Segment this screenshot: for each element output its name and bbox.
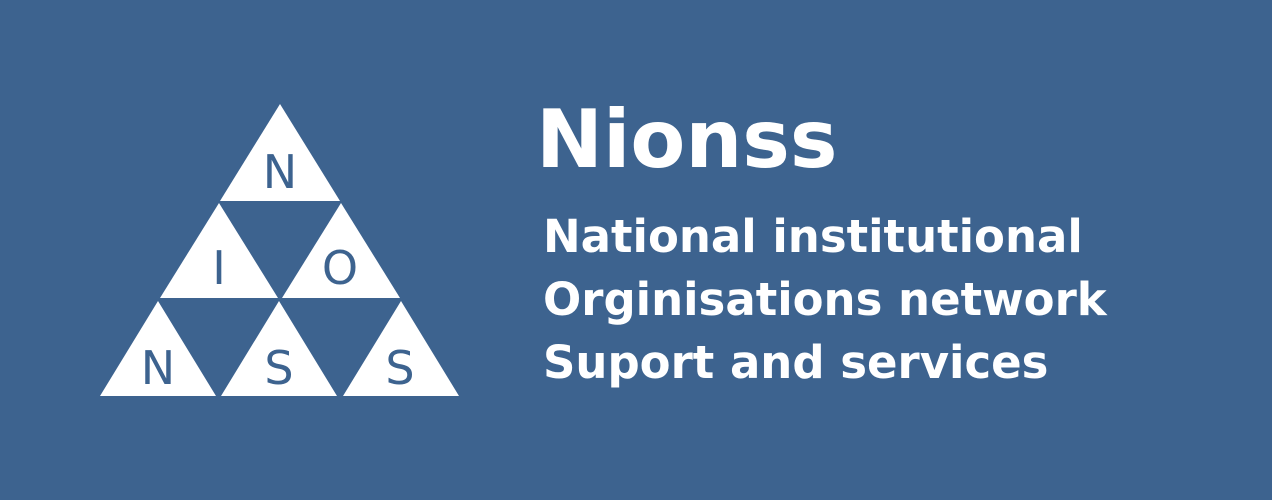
- logo-pyramid: N I O N S S: [98, 100, 460, 400]
- logo-letter-middle-left: I: [212, 241, 226, 295]
- brand-name: Nionss: [536, 93, 838, 186]
- tagline-line-2: Orginisations network: [543, 273, 1107, 326]
- tagline-line-3: Suport and services: [543, 336, 1049, 389]
- logo-letter-top: N: [263, 145, 297, 199]
- logo-letter-middle-right: O: [322, 241, 358, 295]
- tagline-line-1: National institutional: [543, 210, 1083, 263]
- logo-letter-bottom-center: S: [264, 341, 293, 395]
- logo-letter-bottom-right: S: [385, 341, 414, 395]
- logo-letter-bottom-left: N: [141, 341, 175, 395]
- tagline: National institutional Orginisations net…: [543, 205, 1107, 394]
